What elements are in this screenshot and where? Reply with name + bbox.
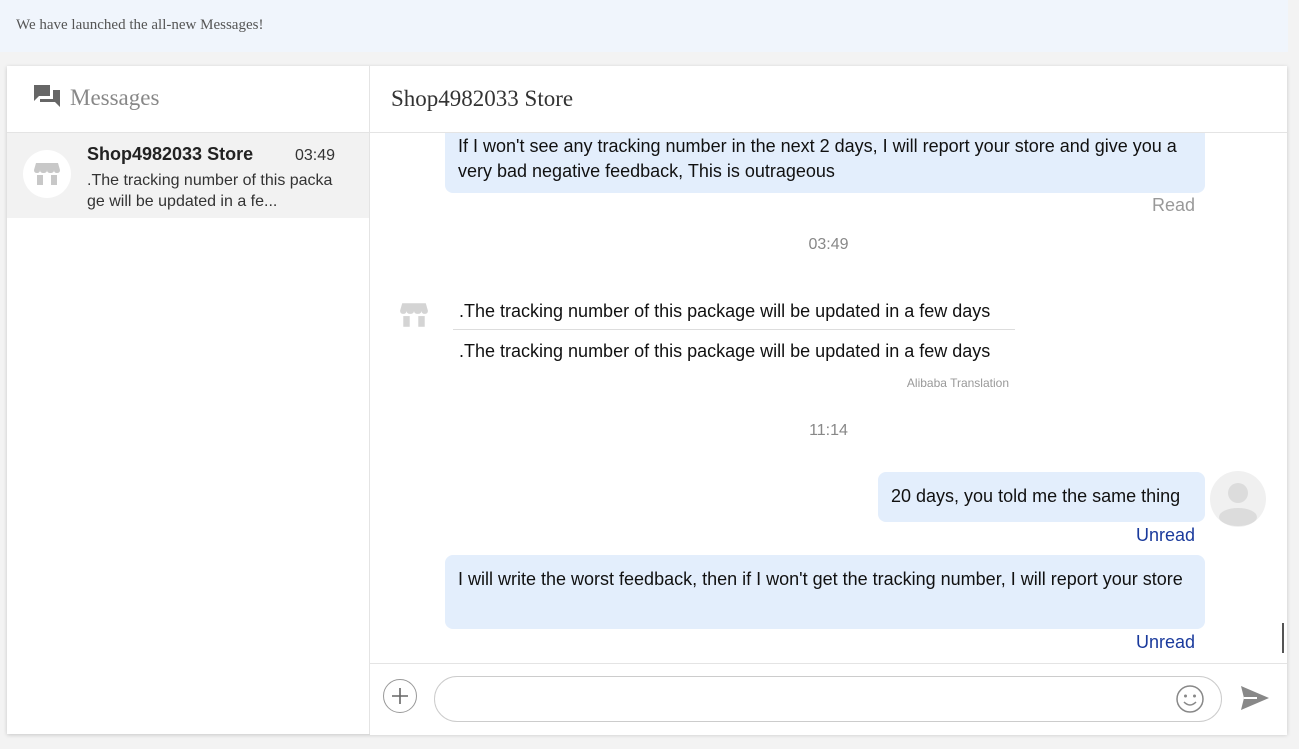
outgoing-message: I will write the worst feedback, then if… bbox=[445, 555, 1205, 629]
message-text: I will write the worst feedback, then if… bbox=[458, 569, 1183, 589]
add-attachment-button[interactable] bbox=[383, 679, 417, 713]
sidebar-title: Messages bbox=[70, 85, 160, 110]
message-input-bar bbox=[370, 663, 1287, 735]
translation-credit: Alibaba Translation bbox=[906, 376, 1009, 390]
emoji-icon bbox=[1176, 685, 1204, 713]
store-avatar-small bbox=[387, 295, 437, 335]
announcement-text: We have launched the all-new Messages! bbox=[16, 17, 264, 33]
plus-icon bbox=[392, 688, 408, 704]
messages-panel: Messages Shop4982033 Store 03:49 .The tr… bbox=[7, 66, 1287, 735]
conversation-sidebar: Messages Shop4982033 Store 03:49 .The tr… bbox=[7, 66, 370, 734]
translated-text: .The tracking number of this package wil… bbox=[459, 341, 991, 361]
timestamp: 03:49 bbox=[808, 236, 849, 253]
conversation-item[interactable]: Shop4982033 Store 03:49 .The tracking nu… bbox=[7, 133, 369, 218]
outgoing-message: 20 days, you told me the same thing bbox=[878, 472, 1205, 522]
store-icon bbox=[400, 303, 428, 327]
conversation-preview: .The tracking number of this package wil… bbox=[87, 172, 333, 210]
original-text: .The tracking number of this package wil… bbox=[459, 301, 991, 321]
user-avatar bbox=[1210, 471, 1266, 527]
store-icon bbox=[34, 163, 60, 185]
read-status: Read bbox=[1152, 195, 1196, 215]
timestamp: 11:14 bbox=[809, 422, 848, 439]
conversation-time: 03:49 bbox=[295, 147, 336, 164]
message-input[interactable] bbox=[434, 676, 1222, 722]
send-icon bbox=[1241, 686, 1269, 710]
message-text: 20 days, you told me the same thing bbox=[891, 486, 1181, 506]
send-button[interactable] bbox=[1239, 684, 1271, 712]
message-list[interactable]: If I won't see any tracking number in th… bbox=[370, 133, 1287, 663]
message-text: If I won't see any tracking number in th… bbox=[458, 136, 1177, 181]
messages-icon bbox=[33, 84, 61, 110]
translation-divider bbox=[453, 329, 1015, 330]
chat-area: Shop4982033 Store If I won't see any tra… bbox=[370, 66, 1287, 735]
chat-header: Shop4982033 Store bbox=[370, 66, 1287, 133]
emoji-button[interactable] bbox=[1175, 684, 1205, 714]
unread-status: Unread bbox=[1136, 632, 1196, 652]
user-avatar-icon bbox=[1219, 483, 1257, 526]
conversation-name: Shop4982033 Store bbox=[87, 144, 254, 164]
store-avatar bbox=[23, 150, 71, 198]
chat-title: Shop4982033 Store bbox=[391, 86, 574, 111]
outgoing-message: If I won't see any tracking number in th… bbox=[445, 133, 1205, 193]
announcement-banner: We have launched the all-new Messages! bbox=[0, 0, 1288, 52]
unread-status: Unread bbox=[1136, 525, 1196, 545]
scrollbar-thumb[interactable] bbox=[1282, 623, 1284, 653]
sidebar-header: Messages bbox=[7, 66, 369, 133]
